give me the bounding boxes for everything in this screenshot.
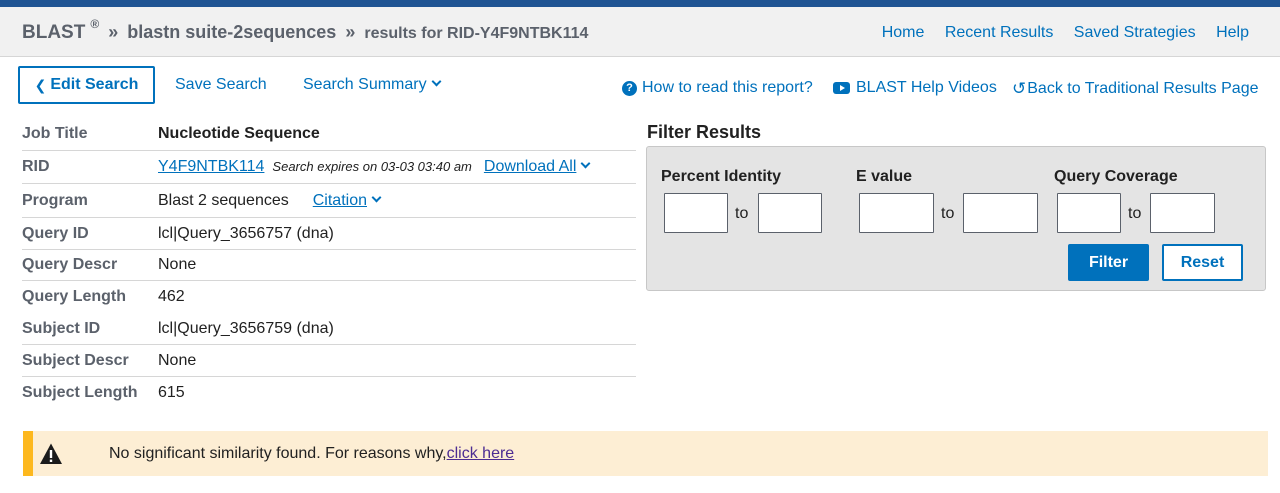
info-label: Program <box>22 191 88 209</box>
filter-results-title: Filter Results <box>647 122 762 142</box>
download-all-label: Download All <box>483 158 577 175</box>
rid-link[interactable]: Y4F9NTBK114 <box>158 158 264 175</box>
info-label: Subject Descr <box>22 351 129 369</box>
top-nav: Home Recent Results Saved Strategies Hel… <box>866 24 1249 42</box>
nav-saved-strategies[interactable]: Saved Strategies <box>1074 24 1196 41</box>
info-label: Job Title <box>22 125 88 142</box>
info-label: Subject Length <box>22 384 138 401</box>
e-value-max-input[interactable] <box>963 193 1038 233</box>
subject-id-value: lcl|Query_3656759 (dna) <box>158 319 334 337</box>
filter-button[interactable]: Filter <box>1068 244 1149 281</box>
percent-identity-min-input[interactable] <box>664 193 728 233</box>
search-summary-dropdown[interactable]: Search Summary <box>303 76 442 94</box>
chevron-down-icon <box>371 192 382 202</box>
job-title-value: Nucleotide Sequence <box>158 125 320 142</box>
to-label: to <box>1128 205 1142 222</box>
page-header: BLAST ® » blastn suite-2sequences » resu… <box>0 7 1280 57</box>
citation-dropdown[interactable]: Citation <box>312 191 382 209</box>
edit-search-button[interactable]: ❮ Edit Search <box>18 66 155 104</box>
save-search-link[interactable]: Save Search <box>175 76 267 94</box>
alert-text: No significant similarity found. For rea… <box>109 444 447 462</box>
query-length-value: 462 <box>158 288 185 305</box>
how-to-read-link[interactable]: ? How to read this report? <box>622 79 813 97</box>
subject-descr-value: None <box>158 351 197 369</box>
question-icon: ? <box>622 80 637 96</box>
to-label: to <box>941 205 955 222</box>
back-traditional-link[interactable]: ↺ Back to Traditional Results Page <box>1012 79 1258 99</box>
breadcrumb-separator: » <box>108 22 119 42</box>
to-label: to <box>735 205 749 222</box>
info-row-subject-length: Subject Length 615 <box>22 377 636 409</box>
query-id-value: lcl|Query_3656757 (dna) <box>158 224 334 242</box>
subject-length-value: 615 <box>158 384 185 401</box>
percent-identity-label: Percent Identity <box>661 168 782 185</box>
info-label: Query Length <box>22 288 127 305</box>
info-label: Subject ID <box>22 319 101 337</box>
breadcrumb: BLAST ® » blastn suite-2sequences » resu… <box>22 17 589 44</box>
query-coverage-label: Query Coverage <box>1054 168 1178 185</box>
nav-home[interactable]: Home <box>882 24 925 41</box>
percent-identity-max-input[interactable] <box>758 193 822 233</box>
query-coverage-min-input[interactable] <box>1057 193 1121 233</box>
info-row-query-length: Query Length 462 <box>22 281 636 313</box>
breadcrumb-brand[interactable]: BLAST <box>22 22 85 43</box>
search-expires-text: Search expires on 03-03 03:40 am <box>272 159 472 174</box>
program-name: Blast 2 sequences <box>158 191 289 209</box>
info-row-subject-id: Subject ID lcl|Query_3656759 (dna) <box>22 313 636 345</box>
edit-search-label: Edit Search <box>50 76 139 93</box>
click-here-link[interactable]: click here <box>447 445 515 462</box>
chevron-left-icon: ❮ <box>34 76 47 93</box>
info-row-rid: RID Y4F9NTBK114 Search expires on 03-03 0… <box>22 151 636 184</box>
back-traditional-label: Back to Traditional Results Page <box>1027 80 1259 97</box>
registered-mark: ® <box>90 17 100 31</box>
no-similarity-alert: No significant similarity found. For rea… <box>23 431 1268 476</box>
breadcrumb-results: results for RID-Y4F9NTBK114 <box>364 25 589 42</box>
help-videos-link[interactable]: BLAST Help Videos <box>833 79 997 97</box>
download-all-dropdown[interactable]: Download All <box>483 158 591 175</box>
info-row-query-id: Query ID lcl|Query_3656757 (dna) <box>22 218 636 250</box>
info-label: Query ID <box>22 224 89 242</box>
search-summary-label: Search Summary <box>303 76 427 93</box>
filter-panel: Percent Identity to E value to Query Cov… <box>646 146 1266 291</box>
top-accent-bar <box>0 0 1280 7</box>
query-coverage-max-input[interactable] <box>1150 193 1215 233</box>
breadcrumb-program[interactable]: blastn suite-2sequences <box>127 22 336 42</box>
citation-label: Citation <box>312 191 367 209</box>
chevron-down-icon <box>431 76 442 87</box>
query-descr-value: None <box>158 256 197 273</box>
e-value-label: E value <box>856 168 913 185</box>
info-label: RID <box>22 158 50 175</box>
info-row-program: Program Blast 2 sequences Citation <box>22 184 636 218</box>
how-to-read-label: How to read this report? <box>642 79 813 96</box>
alert-message: No significant similarity found. For rea… <box>109 445 514 463</box>
video-play-icon <box>833 82 850 94</box>
rid-value: Y4F9NTBK114 Search expires on 03-03 03:40… <box>158 158 591 176</box>
warning-icon <box>40 443 62 464</box>
program-value: Blast 2 sequences Citation <box>158 191 382 210</box>
undo-icon: ↺ <box>1012 79 1027 98</box>
nav-help[interactable]: Help <box>1216 24 1249 41</box>
info-label: Query Descr <box>22 256 118 273</box>
breadcrumb-separator: » <box>345 22 356 42</box>
job-info-table: Job Title Nucleotide Sequence RID Y4F9NT… <box>22 118 636 409</box>
nav-recent-results[interactable]: Recent Results <box>945 24 1054 41</box>
info-row-job-title: Job Title Nucleotide Sequence <box>22 118 636 151</box>
chevron-down-icon <box>580 158 591 169</box>
e-value-min-input[interactable] <box>859 193 934 233</box>
info-row-query-descr: Query Descr None <box>22 250 636 281</box>
help-videos-label: BLAST Help Videos <box>856 79 997 96</box>
reset-button[interactable]: Reset <box>1162 244 1243 281</box>
info-row-subject-descr: Subject Descr None <box>22 345 636 377</box>
